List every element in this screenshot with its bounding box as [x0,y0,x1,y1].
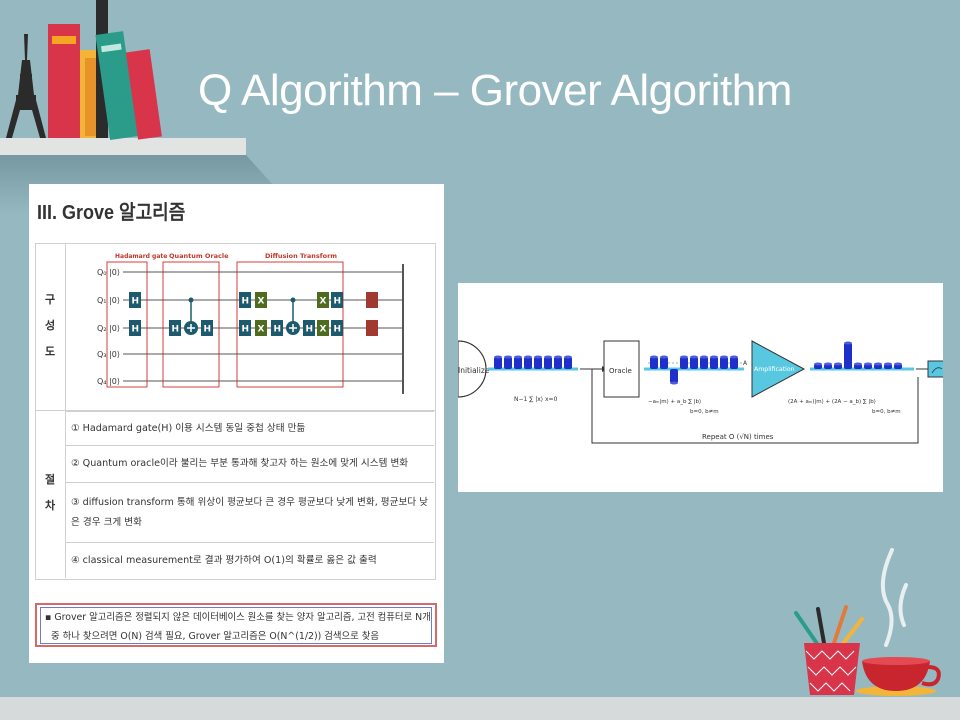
amplitude-bar [700,357,708,369]
gate-label: H [274,325,282,335]
amplitude-bar [710,357,718,369]
control-dot [188,297,194,303]
grover-flow-diagram: Initialize Oracle A Amplification Repeat… [429,340,949,444]
amplified-amplitude-bars [814,341,902,369]
gate [366,292,378,308]
amplification-label: Amplification [754,366,795,373]
initial-state-formula: N−1 ∑ |x⟩ x=0 [514,396,558,403]
pencil-cup-icon [804,643,860,695]
amplitude-bar [544,357,552,369]
steam-icon [880,548,908,647]
control-dot [290,297,296,303]
hadamard-box-label: Hadamard gate [115,253,167,260]
pencils-icon [794,605,864,647]
amplitude-bar [670,369,678,383]
note-line-2: 중 하나 찾으려면 O(N) 검색 필요, Grover 알고리즘은 O(N^(… [51,631,380,642]
step-4: ④ classical measurement로 결과 평가하여 O(1)의 확… [65,542,434,578]
slide-title: Q Algorithm – Grover Algorithm [198,66,792,115]
quantum-circuit: Hadamard gate Quantum Oracle Diffusion T… [97,252,404,394]
gate-label: H [132,297,140,307]
uniform-amplitude-bars [494,355,572,369]
diffusion-box-label: Diffusion Transform [265,252,337,260]
step-2: ② Quantum oracle이라 불리는 부분 통과해 찾고자 하는 원소에… [65,445,434,482]
footer-bar [0,697,960,720]
gate-label: H [204,325,212,335]
gate-label: H [334,325,342,335]
amplified-state-subscript: b=0, b≠m [872,409,901,415]
amplified-state-formula: (2A + aₘ)|m⟩ + (2A − a_b) ∑ |b⟩ [788,398,876,405]
amplitude-bar [660,357,668,369]
repeat-label: Repeat O (√N) times [702,433,774,441]
oracle-state-formula: −aₘ|m⟩ + a_b ∑ |b⟩ [648,398,701,405]
gate-label: X [258,325,265,335]
gate-label: H [132,325,140,335]
amplitude-bar [514,357,522,369]
procedure-label: 절 차 [44,473,56,512]
amplitude-bar [524,357,532,369]
summary-note: ▪ Grover 알고리즘은 정렬되지 않은 데이터베이스 원소를 찾는 양자 … [40,607,432,644]
structure-label: 구 성 도 [44,293,56,358]
amplitude-bar [650,357,658,369]
desk-decoration [794,548,941,696]
books-illustration [6,0,162,140]
gate-label: H [172,325,180,335]
average-marker: A [743,360,748,367]
qubit-label: Q₁ |0⟩ [97,296,120,305]
gate-label: H [242,297,250,307]
amplitude-bar [494,357,502,369]
oracle-state-subscript: b=0, b≠m [690,409,719,415]
amplitude-bar [564,357,572,369]
shelf [0,138,246,155]
coffee-cup-icon [856,657,941,696]
note-line-1: ▪ Grover 알고리즘은 정렬되지 않은 데이터베이스 원소를 찾는 양자 … [45,612,432,623]
amplitude-bar [534,357,542,369]
initialize-label: Initialize [458,366,490,375]
amplitude-bar [690,357,698,369]
eiffel-tower-icon [6,34,46,138]
grover-summary-panel: III. Grove 알고리즘 구 성 도 절 차 Hadamard gate … [29,184,444,663]
qubit-label: Q₄ |0⟩ [97,377,120,386]
gate-label: X [320,297,327,307]
gate-label: H [306,325,314,335]
gate-label: H [334,297,342,307]
amplitude-bar [844,343,852,369]
gate-label: X [258,297,265,307]
gate-label: X [320,325,327,335]
amplitude-bar [730,357,738,369]
amplitude-bar [720,357,728,369]
summary-note-box: ▪ Grover 알고리즘은 정렬되지 않은 데이터베이스 원소를 찾는 양자 … [35,603,437,647]
step-3: ③ diffusion transform 통해 위상이 평균보다 큰 경우 평… [65,482,434,542]
oracle-box-label: Quantum Oracle [169,252,229,260]
amplitude-bar [504,357,512,369]
qubit-label: Q₃ |0⟩ [97,350,120,359]
gate [366,320,378,336]
amplitude-diagram-panel: Initialize Oracle A Amplification Repeat… [429,283,949,492]
amplitude-bar [554,357,562,369]
step-1: ① Hadamard gate(H) 이용 시스템 동일 중첩 상태 만듦 [65,411,434,445]
qubit-label: Q₀ |0⟩ [97,268,120,277]
gate-label: H [242,325,250,335]
panel-heading: III. Grove 알고리즘 [37,202,186,224]
oracle-label: Oracle [609,367,632,375]
qubit-label: Q₂ |0⟩ [97,324,120,333]
amplitude-bar [680,357,688,369]
